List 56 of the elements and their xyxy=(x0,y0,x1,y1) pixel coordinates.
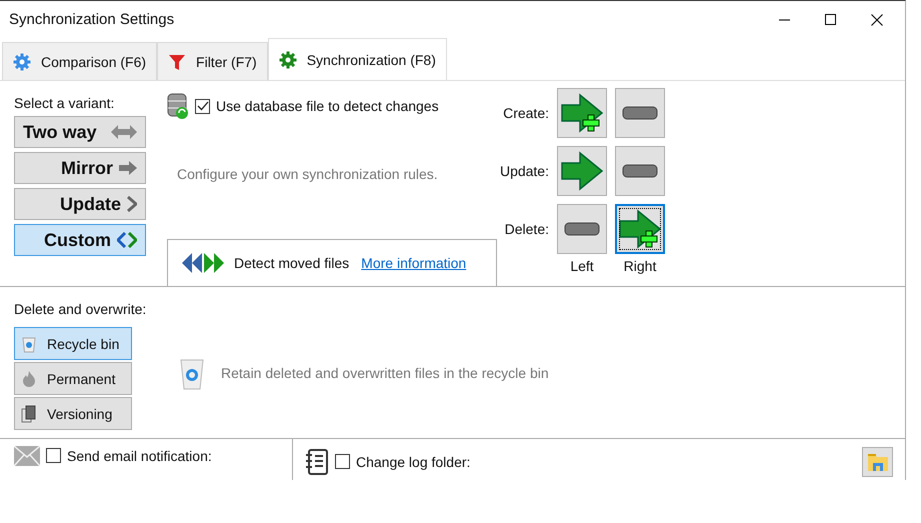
database-icon xyxy=(167,92,189,120)
funnel-icon xyxy=(168,52,186,70)
rule-label: Update: xyxy=(498,163,549,179)
flame-icon xyxy=(21,370,37,388)
double-arrows-icon xyxy=(180,252,226,274)
variant-button[interactable]: Mirror xyxy=(14,152,146,184)
rule-label: Delete: xyxy=(504,221,549,237)
checkbox[interactable] xyxy=(46,448,61,463)
angle-brackets-icon xyxy=(117,232,137,248)
delete-heading: Delete and overwrite: xyxy=(14,301,148,317)
delete-option-button[interactable]: Permanent xyxy=(14,362,132,395)
checkbox[interactable] xyxy=(195,98,210,114)
action-button[interactable] xyxy=(615,204,665,254)
checkbox-label: Change log folder: xyxy=(356,454,470,470)
variant-button[interactable]: Two way xyxy=(14,116,146,148)
window-title: Synchronization Settings xyxy=(9,11,174,28)
double-arrow-icon xyxy=(111,124,137,140)
checkbox-label: Use database file to detect changes xyxy=(216,98,439,114)
arrow-plus-icon xyxy=(618,209,662,249)
column-label: Right xyxy=(622,258,658,274)
arrow-right-icon xyxy=(560,151,604,191)
variant-heading: Select a variant: xyxy=(14,95,116,111)
pages-icon xyxy=(21,404,37,422)
arrow-right-icon xyxy=(119,160,137,176)
variant-button[interactable]: Update xyxy=(14,188,146,220)
chevron-icon xyxy=(127,196,137,212)
close-icon[interactable] xyxy=(871,14,883,26)
tab[interactable]: Filter (F7) xyxy=(157,42,268,80)
action-button[interactable] xyxy=(557,204,607,254)
minus-icon xyxy=(622,164,658,178)
folder-icon xyxy=(866,452,888,472)
minus-icon xyxy=(622,106,658,120)
recycle-bin-icon xyxy=(21,334,37,352)
more-information-link[interactable]: More information xyxy=(361,255,466,271)
tab[interactable]: Synchronization (F8) xyxy=(268,38,447,80)
delete-option-button[interactable]: Versioning xyxy=(14,397,132,430)
rule-label: Create: xyxy=(502,105,549,121)
checkbox-label: Send email notification: xyxy=(67,448,212,464)
maximize-icon[interactable] xyxy=(825,14,837,26)
folder-button[interactable] xyxy=(862,446,893,476)
variant-button[interactable]: Custom xyxy=(14,224,146,256)
action-button[interactable] xyxy=(615,88,665,138)
envelope-icon xyxy=(14,446,40,466)
delete-option-button[interactable]: Recycle bin xyxy=(14,327,132,360)
notebook-icon xyxy=(305,448,329,474)
column-label: Left xyxy=(569,258,595,274)
arrow-plus-icon xyxy=(560,93,604,133)
description-text: Configure your own synchronization rules. xyxy=(177,166,439,182)
tab[interactable]: Comparison (F6) xyxy=(2,42,158,80)
action-button[interactable] xyxy=(557,88,607,138)
delete-description: Retain deleted and overwritten files in the recycle bin xyxy=(221,364,549,380)
checkbox[interactable] xyxy=(335,454,350,469)
detect-moved-label: Detect moved files xyxy=(234,255,350,271)
gear-icon xyxy=(13,52,31,70)
minus-icon xyxy=(564,222,600,236)
action-button[interactable] xyxy=(615,146,665,196)
